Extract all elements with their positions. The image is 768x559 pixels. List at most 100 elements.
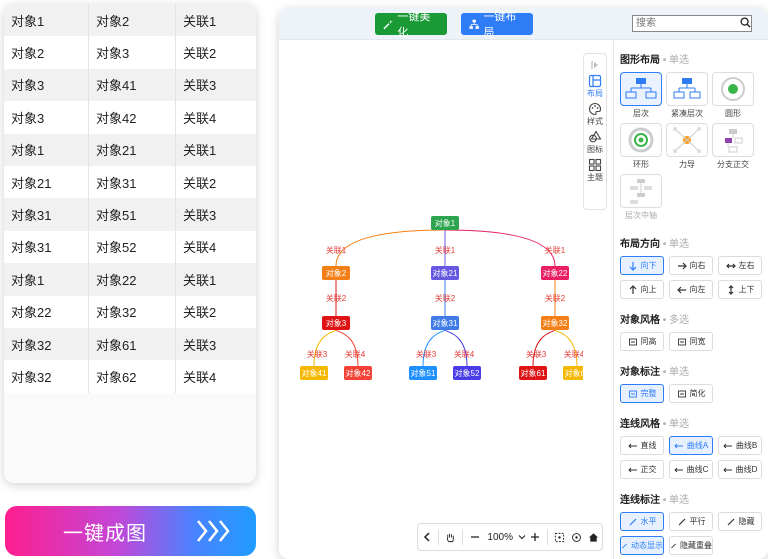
target-cell[interactable]: 对象3 [89, 36, 176, 69]
relation-cell[interactable]: 关联1 [176, 134, 256, 166]
object-style-option-0[interactable]: 同高 [620, 332, 664, 351]
table-row[interactable]: 对象31 对象51 关联3 [4, 198, 256, 231]
graph-edge[interactable] [422, 329, 446, 367]
back-button[interactable] [418, 532, 435, 542]
source-cell[interactable]: 对象32 [4, 327, 89, 361]
line-style-option-2[interactable]: 曲线B [718, 436, 762, 455]
graph-node[interactable]: 对象41 [300, 366, 328, 380]
relation-cell[interactable]: 关联2 [176, 296, 256, 328]
target-cell[interactable]: 对象51 [89, 198, 176, 231]
side-tool-shapes[interactable]: 图标 [584, 130, 606, 155]
direction-option-4[interactable]: 向左 [669, 280, 713, 299]
table-row[interactable]: 对象32 对象62 关联4 [4, 360, 256, 393]
table-row[interactable]: 对象31 对象52 关联4 [4, 230, 256, 264]
center-button[interactable] [568, 532, 585, 543]
graph-node[interactable]: 对象3 [322, 316, 350, 330]
table-row[interactable]: 对象2 对象3 关联2 [4, 36, 256, 69]
source-cell[interactable]: 对象3 [4, 68, 89, 102]
table-row[interactable]: 对象32 对象61 关联3 [4, 327, 256, 361]
object-label-option-0[interactable]: 完整 [620, 384, 664, 403]
graph-edge[interactable] [444, 229, 556, 267]
table-row[interactable]: 对象1 对象21 关联1 [4, 133, 256, 166]
source-cell[interactable]: 对象22 [4, 295, 89, 328]
graph-edge[interactable] [335, 329, 359, 367]
source-cell[interactable]: 对象31 [4, 198, 89, 231]
generate-diagram-button[interactable]: 一键成图 [5, 506, 256, 556]
relation-cell[interactable]: 关联4 [176, 360, 256, 392]
table-row[interactable]: 对象3 对象41 关联3 [4, 68, 256, 102]
layout-option-circle[interactable]: 圆形 [712, 72, 754, 121]
line-label-option-0[interactable]: 水平 [620, 512, 664, 531]
line-label-option-2[interactable]: 隐藏 [718, 512, 762, 531]
layout-option-force[interactable]: 力导 [666, 123, 708, 172]
graph-node[interactable]: 对象2 [322, 266, 350, 280]
zoom-dropdown[interactable] [517, 533, 526, 541]
line-label-option-1[interactable]: 平行 [669, 512, 713, 531]
target-cell[interactable]: 对象61 [89, 327, 176, 361]
line-label-option-3[interactable]: 动态显示 [620, 536, 664, 555]
zoom-level[interactable]: 100% [483, 532, 517, 543]
graph-node[interactable]: 对象22 [541, 266, 569, 280]
graph-edge[interactable] [335, 229, 446, 267]
source-cell[interactable]: 对象2 [4, 36, 89, 69]
graph-node[interactable]: 对象31 [431, 316, 459, 330]
target-cell[interactable]: 对象21 [89, 133, 176, 166]
side-tool-palette[interactable]: 样式 [584, 102, 606, 127]
graph-edge[interactable] [444, 329, 468, 367]
side-tool-grid[interactable]: 主题 [584, 158, 606, 183]
source-cell[interactable]: 对象31 [4, 230, 89, 264]
graph-node[interactable]: 对象61 [519, 366, 547, 380]
zoom-in-button[interactable] [527, 532, 544, 542]
graph-node[interactable]: 对象1 [431, 216, 459, 230]
table-row[interactable]: 对象1 对象2 关联1 [4, 4, 256, 37]
target-cell[interactable]: 对象42 [89, 101, 176, 134]
search-icon[interactable] [740, 17, 751, 28]
source-cell[interactable]: 对象21 [4, 165, 89, 199]
object-style-option-1[interactable]: 同宽 [669, 332, 713, 351]
graph-node[interactable]: 对象62 [563, 366, 583, 380]
relation-cell[interactable]: 关联2 [176, 36, 256, 68]
source-cell[interactable]: 对象1 [4, 263, 89, 296]
relation-cell[interactable]: 关联3 [176, 328, 256, 360]
direction-option-2[interactable]: 左右 [718, 256, 762, 275]
direction-option-3[interactable]: 向上 [620, 280, 664, 299]
graph-edge[interactable] [554, 329, 578, 367]
direction-option-5[interactable]: 上下 [718, 280, 762, 299]
table-row[interactable]: 对象22 对象32 关联2 [4, 295, 256, 328]
zoom-out-button[interactable] [466, 532, 483, 542]
beautify-button[interactable]: 一键美化 [375, 11, 447, 39]
layout-option-hierarchy[interactable]: 层次 [620, 72, 662, 121]
graph-node[interactable]: 对象51 [409, 366, 437, 380]
collapse-panel-button[interactable] [584, 59, 606, 71]
target-cell[interactable]: 对象52 [89, 230, 176, 264]
table-row[interactable]: 对象1 对象22 关联1 [4, 263, 256, 296]
fit-view-button[interactable] [551, 532, 568, 543]
line-label-option-4[interactable]: 隐藏重叠 [669, 536, 713, 555]
relation-cell[interactable]: 关联4 [176, 231, 256, 263]
target-cell[interactable]: 对象62 [89, 360, 176, 393]
source-cell[interactable]: 对象3 [4, 101, 89, 134]
source-cell[interactable]: 对象1 [4, 4, 89, 37]
table-row[interactable]: 对象3 对象42 关联4 [4, 101, 256, 134]
relation-cell[interactable]: 关联2 [176, 166, 256, 198]
target-cell[interactable]: 对象32 [89, 295, 176, 328]
layout-option-ring[interactable]: 环形 [620, 123, 662, 172]
target-cell[interactable]: 对象22 [89, 263, 176, 296]
home-button[interactable] [585, 532, 602, 543]
source-cell[interactable]: 对象32 [4, 360, 89, 393]
search-input[interactable] [632, 15, 752, 32]
graph-edge[interactable] [532, 329, 556, 367]
graph-node[interactable]: 对象52 [453, 366, 481, 380]
auto-layout-button[interactable]: 一键布局 [461, 11, 533, 39]
target-cell[interactable]: 对象2 [89, 4, 176, 37]
object-label-option-1[interactable]: 简化 [669, 384, 713, 403]
line-style-option-1[interactable]: 曲线A [669, 436, 713, 455]
target-cell[interactable]: 对象41 [89, 68, 176, 102]
graph-edge[interactable] [313, 329, 337, 367]
line-style-option-0[interactable]: 直线 [620, 436, 664, 455]
line-style-option-4[interactable]: 曲线C [669, 460, 713, 479]
direction-option-0[interactable]: 向下 [620, 256, 664, 275]
pan-button[interactable] [442, 532, 459, 543]
diagram-canvas[interactable]: 关联1 关联1 关联1 关联2 关联2 关联2 关联3 关联4 关联3 关联4 关联3 关联4 对象1 对… [279, 41, 613, 559]
relation-cell[interactable]: 关联4 [176, 101, 256, 133]
